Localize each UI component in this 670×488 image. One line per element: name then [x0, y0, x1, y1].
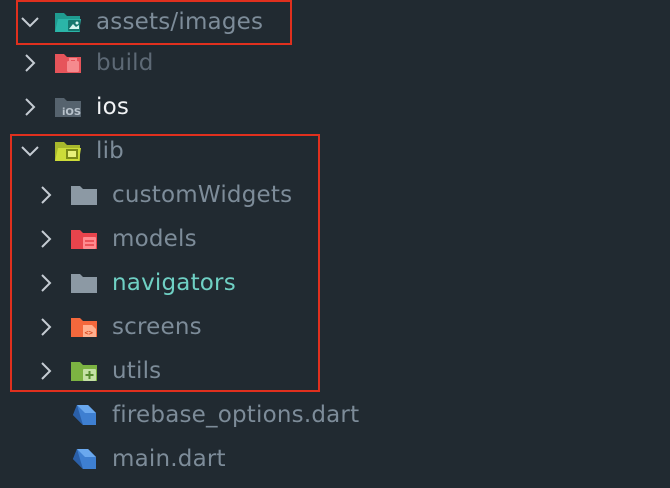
svg-text:iOS: iOS: [62, 107, 81, 118]
chevron-right-icon[interactable]: [35, 316, 57, 338]
tree-item-customwidgets[interactable]: customWidgets: [0, 173, 670, 217]
folder-images-open-icon: [54, 10, 82, 34]
tree-item-utils[interactable]: utils: [0, 349, 670, 393]
tree-item-label: models: [112, 226, 197, 252]
chevron-down-icon[interactable]: [19, 140, 41, 162]
folder-models-icon: [70, 227, 98, 251]
tree-item-main-dart[interactable]: main.dart: [0, 437, 670, 481]
folder-lib-open-icon: [54, 139, 82, 163]
folder-icon: [70, 271, 98, 295]
tree-item-label: ios: [96, 94, 130, 120]
tree-item-firebase-options-dart[interactable]: firebase_options.dart: [0, 393, 670, 437]
folder-screens-icon: <>: [70, 315, 98, 339]
file-explorer-tree: assets/images build iOS ios lib customWi…: [0, 0, 670, 488]
tree-item-label: screens: [112, 314, 202, 340]
tree-item-label: firebase_options.dart: [112, 402, 360, 428]
folder-build-icon: [54, 51, 82, 75]
chevron-right-icon[interactable]: [19, 96, 41, 118]
tree-item-ios[interactable]: iOS ios: [0, 85, 670, 129]
dart-file-icon: [70, 403, 98, 427]
folder-icon: [70, 183, 98, 207]
chevron-right-icon[interactable]: [35, 360, 57, 382]
tree-item-navigators[interactable]: navigators: [0, 261, 670, 305]
tree-item-build[interactable]: build: [0, 41, 670, 85]
chevron-right-icon[interactable]: [35, 272, 57, 294]
dart-file-icon: [70, 447, 98, 471]
tree-item-label: assets/images: [96, 9, 264, 35]
tree-item-screens[interactable]: <> screens: [0, 305, 670, 349]
tree-item-label: lib: [96, 138, 124, 164]
chevron-down-icon[interactable]: [19, 11, 41, 33]
tree-item-label: build: [96, 50, 154, 76]
tree-item-label: utils: [112, 358, 162, 384]
tree-item-lib[interactable]: lib: [0, 129, 670, 173]
tree-item-assets-images[interactable]: assets/images: [0, 0, 670, 44]
tree-item-label: main.dart: [112, 446, 226, 472]
folder-ios-icon: iOS: [54, 95, 82, 119]
folder-utils-icon: [70, 359, 98, 383]
svg-text:<>: <>: [85, 329, 93, 337]
chevron-right-icon[interactable]: [35, 184, 57, 206]
chevron-right-icon[interactable]: [35, 228, 57, 250]
tree-item-label: customWidgets: [112, 182, 293, 208]
tree-item-label: navigators: [112, 270, 236, 296]
tree-item-models[interactable]: models: [0, 217, 670, 261]
chevron-right-icon[interactable]: [19, 52, 41, 74]
